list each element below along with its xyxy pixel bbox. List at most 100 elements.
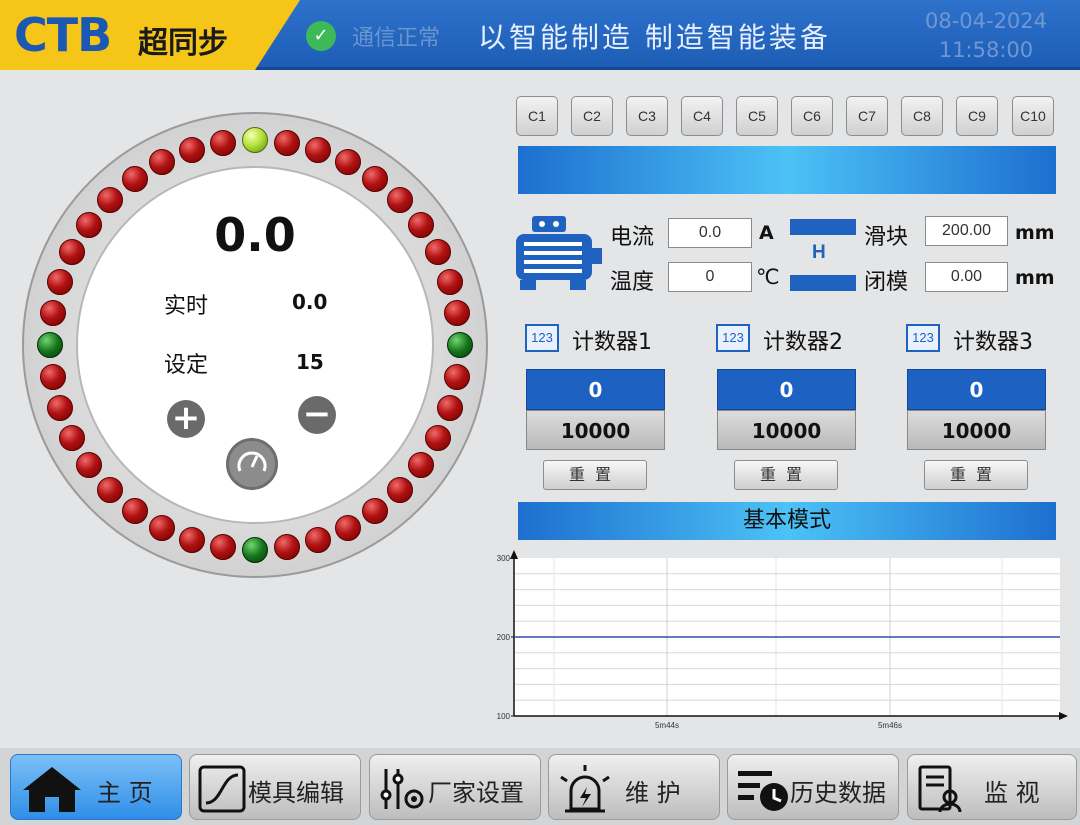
counter-2-value: 0: [717, 369, 856, 410]
nav-home-button[interactable]: 主 页: [10, 754, 182, 820]
slider-bar-top: [790, 219, 856, 235]
indicator-led-38: [178, 137, 205, 164]
counter-1-reset-button[interactable]: 重置: [543, 460, 647, 490]
indicator-led-13: [424, 425, 451, 452]
x-tick-label: 5m46s: [878, 721, 902, 730]
channel-button-c6[interactable]: C6: [791, 96, 833, 136]
counter-2-setpoint[interactable]: 10000: [717, 410, 856, 450]
y-tick-label: 100: [497, 712, 511, 721]
check-circle-icon: ✓: [306, 21, 336, 51]
counter-2-title: 计数器2: [763, 330, 843, 355]
nav-monitor-button[interactable]: 监 视: [907, 754, 1077, 820]
x-tick-label: 5m44s: [655, 721, 679, 730]
nav-factory-settings-button[interactable]: 厂家设置: [369, 754, 541, 820]
indicator-led-5: [386, 187, 413, 214]
history-icon: [738, 771, 788, 811]
counter-1-setpoint[interactable]: 10000: [526, 410, 665, 450]
temp-unit: ℃: [756, 265, 780, 289]
slider-label: 滑块: [864, 225, 909, 250]
header-bar: CTB 超同步 ✓ 通信正常 以智能制造 制造智能装备 08-04-2024 1…: [0, 0, 1080, 70]
bottom-nav: 主 页 模具编辑 厂家设置 维 护 历史数据 监 视: [0, 748, 1080, 825]
channel-button-c9[interactable]: C9: [956, 96, 998, 136]
indicator-led-34: [76, 211, 103, 238]
date-display: 08-04-2024: [924, 9, 1048, 33]
slider-field: 200.00: [925, 216, 1008, 246]
time-display: 11:58:00: [938, 38, 1034, 62]
nav-history-label: 历史数据: [790, 779, 886, 807]
current-unit: A: [759, 222, 774, 244]
h-indicator: H: [812, 242, 826, 263]
indicator-led-17: [335, 514, 362, 541]
channel-button-c4[interactable]: C4: [681, 96, 723, 136]
counter-2-icon: 123: [716, 324, 750, 352]
settings-sliders-icon: [380, 769, 424, 809]
logo: CTB 超同步: [0, 0, 300, 70]
dial-value: 0.0: [214, 208, 296, 262]
indicator-led-35: [97, 187, 124, 214]
trend-chart: 300 200 100 5m44s 5m46s: [497, 550, 1068, 730]
counter-1-title: 计数器1: [572, 330, 652, 355]
gauge-icon[interactable]: [226, 438, 278, 490]
indicator-led-25: [97, 476, 124, 503]
counter-3-setpoint[interactable]: 10000: [907, 410, 1046, 450]
counter-3-value: 0: [907, 369, 1046, 410]
nav-maintenance-label: 维 护: [625, 779, 681, 807]
comm-status: 通信正常: [352, 26, 441, 51]
indicator-led-20: [242, 537, 268, 563]
indicator-led-32: [47, 268, 74, 295]
nav-factory-settings-label: 厂家设置: [428, 779, 524, 807]
status-banner: [518, 146, 1056, 194]
nav-home-label: 主 页: [97, 779, 153, 807]
slogan: 以智能制造 制造智能装备: [478, 21, 831, 54]
counter-3-icon: 123: [906, 324, 940, 352]
indicator-led-30: [37, 332, 63, 358]
mode-label: 基本模式: [742, 508, 831, 533]
indicator-led-10: [447, 332, 473, 358]
temp-label: 温度: [610, 270, 655, 295]
nav-maintenance-button[interactable]: 维 护: [548, 754, 720, 820]
indicator-led-39: [209, 129, 236, 156]
counter-3-title: 计数器3: [953, 330, 1033, 355]
y-tick-label: 200: [497, 633, 511, 642]
plus-icon[interactable]: +: [167, 400, 205, 438]
channel-button-c3[interactable]: C3: [626, 96, 668, 136]
curve-icon: [198, 765, 246, 813]
indicator-led-31: [39, 299, 66, 326]
slider-unit: mm: [1015, 222, 1055, 244]
indicator-led-0: [242, 127, 268, 153]
nav-monitor-label: 监 视: [984, 779, 1040, 807]
indicator-led-1: [274, 129, 301, 156]
indicator-led-15: [386, 476, 413, 503]
indicator-led-24: [121, 497, 148, 524]
indicator-led-7: [424, 238, 451, 265]
counter-2-reset-button[interactable]: 重置: [734, 460, 838, 490]
y-tick-label: 300: [497, 554, 511, 563]
home-icon: [23, 767, 81, 812]
nav-history-button[interactable]: 历史数据: [727, 754, 899, 820]
realtime-label: 实时: [164, 294, 209, 319]
indicator-led-8: [436, 268, 463, 295]
counter-3-reset-button[interactable]: 重置: [924, 460, 1028, 490]
alarm-light-icon: [560, 765, 610, 813]
channel-button-c1[interactable]: C1: [516, 96, 558, 136]
logo-text: CTB: [14, 8, 112, 62]
channel-button-c10[interactable]: C10: [1012, 96, 1054, 136]
minus-icon[interactable]: −: [298, 396, 336, 434]
nav-mold-edit-button[interactable]: 模具编辑: [189, 754, 361, 820]
temp-field: 0: [668, 262, 752, 292]
indicator-led-23: [148, 514, 175, 541]
indicator-led-29: [39, 364, 66, 391]
x-axis-arrow: [1059, 712, 1068, 720]
setpoint-label: 设定: [164, 353, 209, 378]
current-label: 电流: [610, 225, 655, 250]
monitor-report-icon: [918, 765, 962, 813]
channel-button-c2[interactable]: C2: [571, 96, 613, 136]
channel-button-c5[interactable]: C5: [736, 96, 778, 136]
close-unit: mm: [1015, 267, 1055, 289]
channel-button-c8[interactable]: C8: [901, 96, 943, 136]
channel-button-c7[interactable]: C7: [846, 96, 888, 136]
logo-cn-text: 超同步: [138, 26, 228, 61]
realtime-value: 0.0: [292, 290, 328, 314]
indicator-led-6: [407, 211, 434, 238]
motor-icon: [516, 216, 602, 290]
